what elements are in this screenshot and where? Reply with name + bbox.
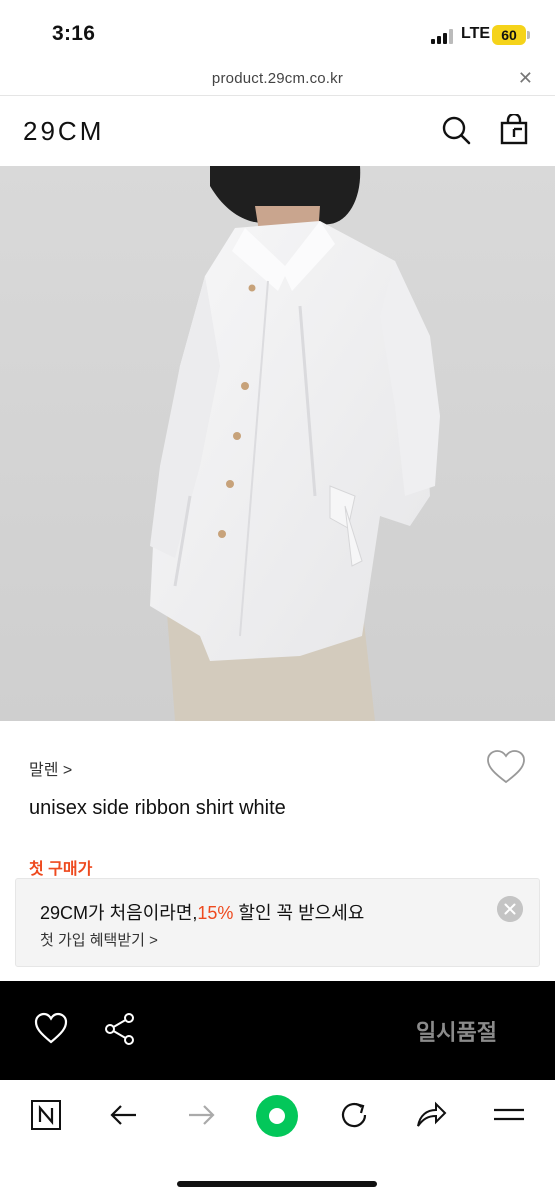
- status-bar: 3:16 LTE 60: [0, 0, 555, 62]
- first-price-label: 첫 구매가: [29, 861, 93, 878]
- site-header: 29CM: [0, 96, 555, 166]
- shopping-bag-icon[interactable]: [498, 114, 530, 146]
- close-icon[interactable]: [497, 896, 523, 922]
- promo-discount: 15%: [197, 903, 234, 923]
- purchase-action-bar: 일시품절: [0, 981, 555, 1080]
- site-logo[interactable]: 29CM: [23, 116, 104, 147]
- heart-outline-icon[interactable]: [486, 749, 526, 785]
- heart-icon[interactable]: [33, 1011, 69, 1047]
- promo-text-before: 29CM가 처음이라면,: [40, 903, 198, 923]
- battery-tip: [527, 31, 530, 39]
- soldout-button[interactable]: 일시품절: [416, 1015, 497, 1047]
- promo-text-after: 할인 꼭 받으세요: [233, 903, 365, 923]
- product-photo: [0, 166, 555, 721]
- signal-icon: [431, 29, 455, 44]
- forward-arrow-icon[interactable]: [184, 1098, 218, 1132]
- menu-icon[interactable]: [492, 1098, 526, 1132]
- naver-icon[interactable]: [29, 1098, 63, 1132]
- home-indicator[interactable]: [177, 1181, 377, 1187]
- url-text[interactable]: product.29cm.co.kr: [0, 70, 555, 87]
- close-icon[interactable]: ✕: [518, 68, 533, 89]
- battery-icon: 60: [492, 25, 526, 45]
- product-name: unisex side ribbon shirt white: [29, 797, 286, 819]
- green-home-icon[interactable]: [256, 1095, 298, 1137]
- brand-link[interactable]: 말렌 >: [29, 756, 72, 780]
- status-time: 3:16: [52, 22, 96, 45]
- product-image[interactable]: [0, 166, 555, 721]
- search-icon[interactable]: [440, 114, 472, 146]
- promo-text: 29CM가 처음이라면,15% 할인 꼭 받으세요: [40, 899, 364, 925]
- reload-icon[interactable]: [337, 1098, 371, 1132]
- back-arrow-icon[interactable]: [107, 1098, 141, 1132]
- signup-benefit-link[interactable]: 첫 가입 혜택받기 >: [40, 929, 158, 950]
- promo-banner[interactable]: 29CM가 처음이라면,15% 할인 꼭 받으세요 첫 가입 혜택받기 >: [15, 878, 540, 967]
- share-icon[interactable]: [102, 1011, 138, 1047]
- share-arrow-icon[interactable]: [414, 1098, 448, 1132]
- network-label: LTE: [461, 25, 491, 42]
- url-bar[interactable]: product.29cm.co.kr ✕: [0, 62, 555, 96]
